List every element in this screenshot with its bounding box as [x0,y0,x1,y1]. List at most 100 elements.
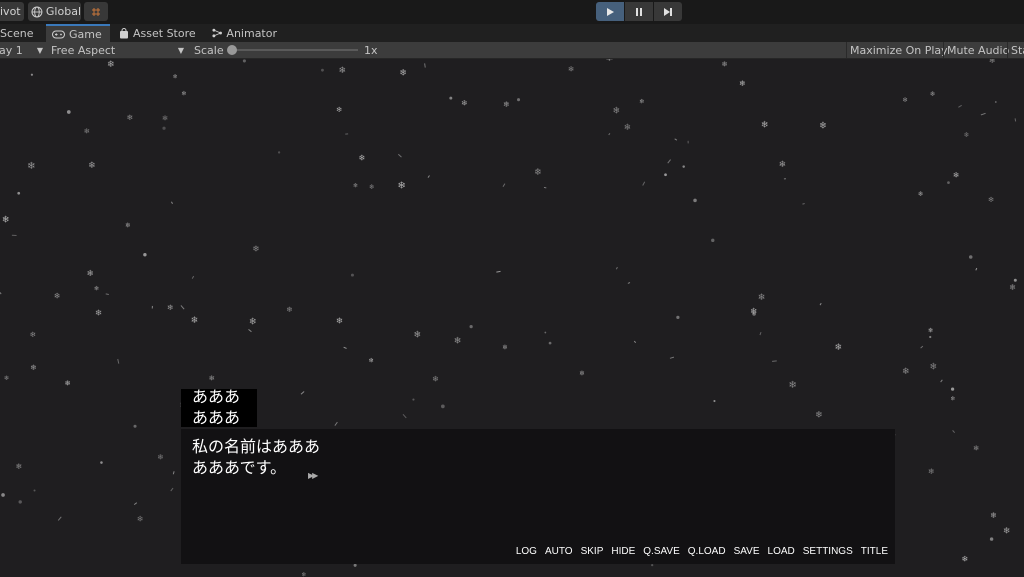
scale-label: Scale [194,43,224,57]
snow-particle: ❄ [988,195,994,204]
global-toggle[interactable]: Global [28,2,81,21]
step-button[interactable] [654,2,682,21]
menu-save[interactable]: SAVE [734,546,760,557]
tab-asset-store[interactable]: Asset Store [114,24,206,42]
message-line-1: 私の名前はあああ [192,437,321,456]
snow-particle: ❄ [819,120,827,131]
snow-particle [0,292,2,295]
snow-particle: ❄ [27,161,35,172]
snow-particle [427,175,430,178]
snow-particle: ❄ [286,305,292,314]
snow-particle: ❄ [107,60,115,70]
menu-title[interactable]: TITLE [861,546,888,557]
snow-particle: ❄ [162,113,168,122]
snow-particle: ❄ [181,90,186,98]
snow-particle [397,153,402,158]
snow-particle: ❄ [834,342,842,353]
snow-particle [242,59,246,63]
snow-particle: ❄ [461,99,467,108]
snow-particle [449,96,453,100]
grid-snap-button[interactable] [84,2,108,21]
snow-particle [105,293,109,296]
tab-scene[interactable]: Scene [0,24,40,42]
menu-hide[interactable]: HIDE [611,546,635,557]
snow-particle [172,471,175,475]
snow-particle: ❄ [4,375,9,382]
display-select[interactable]: lay 1 ▼ [0,42,46,58]
snow-particle: ❄ [1009,282,1016,292]
snow-particle [693,198,697,203]
snow-particle: ❄ [369,183,375,191]
pause-button[interactable] [625,2,653,21]
snow-particle: ❄ [964,131,970,139]
menu-settings[interactable]: SETTINGS [803,546,853,557]
snow-particle [608,132,611,136]
snow-particle: ❄ [815,411,822,421]
snow-particle: ❄ [94,286,99,293]
snow-particle [133,502,138,505]
playback-controls [596,2,682,21]
snow-particle [980,112,986,116]
maximize-on-play-toggle[interactable]: Maximize On Play [846,42,951,58]
snow-particle [802,203,805,205]
speaker-name: あああ あああ [192,386,240,428]
message-line-2: あああです。 [192,458,287,477]
globe-icon [31,6,43,17]
menu-log[interactable]: LOG [516,546,537,557]
snow-particle: ❄ [953,171,959,180]
snow-particle: ❄ [84,127,90,136]
snow-particle: ❄ [397,180,405,191]
snow-particle: ❄ [252,244,259,254]
snow-particle [947,181,950,184]
snow-particle: ❄ [339,66,347,76]
snow-particle [334,421,338,426]
menu-load[interactable]: LOAD [768,546,795,557]
gamepad-icon [52,30,65,38]
main-toolbar: ivot Global [0,0,1024,24]
scale-slider-track[interactable] [231,49,358,51]
game-view[interactable]: ❄ ❄ ❄ ❄ ❄ ❄ ❄ ❄ ❄ ❄ ❄ ❄ ❄ ❄ ❄ ❄ ❄ ❄ ❄ ❄ ❄ ❄ ❄ ❄ ❄ ❄ ❄ ❄ ❄ ❄ ❄ ❄ ❄ ❄ ❄ ❄ ❄ ❄ ❄ ❄… [0,59,1024,577]
mute-audio-toggle[interactable]: Mute Audio [943,42,1012,58]
snow-particle [33,489,36,492]
snow-particle [441,404,445,409]
stats-toggle[interactable]: Sta [1007,42,1024,58]
snow-particle [633,340,637,344]
snow-particle [30,73,34,76]
speaker-name-line-2: あああ [192,408,241,427]
animator-icon [212,28,222,38]
snow-particle [544,331,547,334]
snow-particle [350,273,354,277]
snow-particle [496,270,501,273]
snow-particle: ❄ [779,160,786,170]
snow-particle [958,104,962,108]
tab-animator[interactable]: Animator [207,24,277,42]
scale-slider-thumb[interactable] [227,45,237,55]
snow-particle: ❄ [137,515,144,524]
tab-game[interactable]: Game [46,24,110,42]
snow-particle: ❄ [503,100,510,109]
pivot-label: ivot [0,5,21,18]
snow-particle: ❄ [87,268,94,278]
play-button[interactable] [596,2,624,21]
snow-particle [412,398,415,401]
menu-auto[interactable]: AUTO [545,546,573,557]
menu-skip[interactable]: SKIP [581,546,604,557]
snow-particle [191,275,195,279]
global-label: Global [45,5,81,18]
snow-particle [548,341,552,345]
snow-particle: ❄ [359,154,366,163]
pivot-toggle[interactable]: ivot [0,2,24,21]
aspect-select[interactable]: Free Aspect ▼ [48,42,188,58]
snow-particle: ❄ [918,190,924,198]
snow-particle: ❄ [249,316,257,327]
snow-particle: ❄ [399,69,406,79]
snow-particle [752,311,756,316]
tab-game-label: Game [69,27,102,41]
snow-particle [1,493,5,497]
menu-quick-load[interactable]: Q.LOAD [688,546,726,557]
snow-particle: ❄ [413,330,421,341]
tab-asset-store-label: Asset Store [133,26,196,40]
snow-particle: ❄ [353,182,358,189]
snow-particle: ❄ [761,120,769,130]
menu-quick-save[interactable]: Q.SAVE [643,546,680,557]
